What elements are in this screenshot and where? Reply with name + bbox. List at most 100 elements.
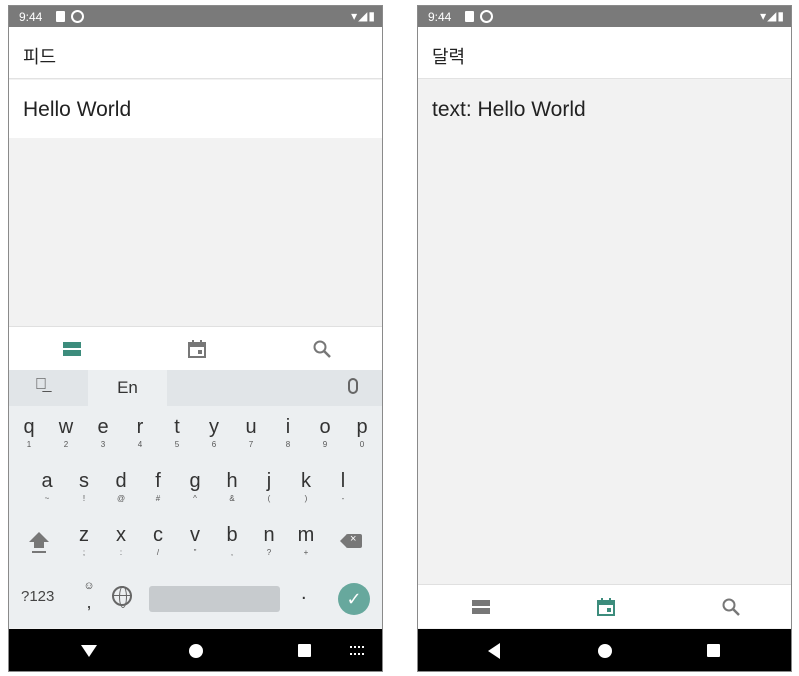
system-nav-bar xyxy=(9,629,382,671)
key-j[interactable]: j( xyxy=(251,468,287,512)
key-label: q xyxy=(23,416,35,438)
key-sub-label: ) xyxy=(304,494,308,503)
tab-search[interactable] xyxy=(259,327,382,371)
key-v[interactable]: v " xyxy=(177,522,213,566)
key-i[interactable]: i8 xyxy=(270,414,306,458)
key-q[interactable]: q1 xyxy=(11,414,47,458)
key-sub-label: ! xyxy=(82,494,86,503)
phone-calendar-screen: 9:44 ▾◢▮ 달력 text: Hello World xyxy=(417,5,792,672)
recent-apps-icon[interactable] xyxy=(298,644,311,657)
backspace-key[interactable]: × xyxy=(340,532,364,550)
keyboard-language[interactable]: En xyxy=(88,370,167,406)
key-sub-label: , xyxy=(230,548,234,557)
symbols-key[interactable]: ?123 xyxy=(21,588,54,605)
key-a[interactable]: a ~ xyxy=(29,468,65,512)
key-label: l xyxy=(340,470,346,492)
status-time: 9:44 xyxy=(428,10,452,24)
back-icon[interactable] xyxy=(488,643,500,659)
hide-keyboard-icon[interactable] xyxy=(81,645,97,657)
key-label: h xyxy=(226,470,238,492)
key-u[interactable]: u7 xyxy=(233,414,269,458)
key-sub-label: 0 xyxy=(359,440,365,449)
key-sub-label: 6 xyxy=(211,440,217,449)
key-label: f xyxy=(155,470,161,492)
key-k[interactable]: k) xyxy=(288,468,324,512)
key-label: i xyxy=(285,416,291,438)
key-label: m xyxy=(297,524,315,546)
enter-key[interactable]: ✓ xyxy=(338,583,370,615)
key-sub-label: 4 xyxy=(137,440,143,449)
key-r[interactable]: r4 xyxy=(122,414,158,458)
key-b[interactable]: b, xyxy=(214,522,250,566)
key-label: s xyxy=(79,470,89,492)
key-sub-label: # xyxy=(155,494,161,503)
key-sub-label: + xyxy=(303,548,309,557)
recent-apps-icon[interactable] xyxy=(707,644,720,657)
key-d[interactable]: d @ xyxy=(103,468,139,512)
comma-label: , xyxy=(86,592,92,612)
space-key[interactable] xyxy=(149,586,280,612)
key-n[interactable]: n? xyxy=(251,522,287,566)
globe-icon[interactable] xyxy=(112,586,132,608)
key-t[interactable]: t5 xyxy=(159,414,195,458)
status-bar: 9:44 ▾◢▮ xyxy=(9,6,382,27)
key-label: g xyxy=(189,470,201,492)
key-m[interactable]: m + xyxy=(288,522,324,566)
key-o[interactable]: o9 xyxy=(307,414,343,458)
app-bar-title: 피드 xyxy=(9,27,382,79)
key-label: y xyxy=(209,416,219,438)
key-sub-label: : xyxy=(119,548,123,557)
period-key[interactable]: . xyxy=(301,582,307,605)
key-x[interactable]: x: xyxy=(103,522,139,566)
key-e[interactable]: e3 xyxy=(85,414,121,458)
key-l[interactable]: l- xyxy=(325,468,361,512)
sd-card-icon xyxy=(56,11,65,22)
search-icon xyxy=(313,340,331,358)
key-h[interactable]: h & xyxy=(214,468,250,512)
tab-feed[interactable] xyxy=(418,585,543,629)
app-bar-title: 달력 xyxy=(418,27,791,79)
key-w[interactable]: w2 xyxy=(48,414,84,458)
key-c[interactable]: c / xyxy=(140,522,176,566)
keyboard-toolbar: ᅙ̲ En xyxy=(9,370,382,406)
calendar-content-text: text: Hello World xyxy=(432,98,586,121)
comma-key[interactable]: ☺, xyxy=(79,578,99,612)
key-label: e xyxy=(97,416,109,438)
tab-feed[interactable] xyxy=(9,327,134,371)
key-label: o xyxy=(319,416,331,438)
data-saver-icon xyxy=(71,10,84,23)
search-icon xyxy=(722,598,740,616)
microphone-icon[interactable] xyxy=(348,378,358,394)
keyboard-switch-icon[interactable] xyxy=(350,646,364,655)
status-time: 9:44 xyxy=(19,10,43,24)
key-sub-label: 9 xyxy=(322,440,328,449)
key-label: j xyxy=(266,470,272,492)
key-label: u xyxy=(245,416,257,438)
key-p[interactable]: p0 xyxy=(344,414,380,458)
key-f[interactable]: f # xyxy=(140,468,176,512)
key-sub-label: / xyxy=(156,548,160,557)
tab-calendar[interactable] xyxy=(134,327,259,371)
home-icon[interactable] xyxy=(598,644,612,658)
key-label: x xyxy=(116,524,126,546)
calendar-icon xyxy=(596,598,615,616)
keyboard-options-icon[interactable]: ᅙ̲ xyxy=(35,376,47,394)
home-icon[interactable] xyxy=(189,644,203,658)
tab-calendar[interactable] xyxy=(543,585,668,629)
list-icon xyxy=(62,342,81,356)
shift-key[interactable] xyxy=(26,530,52,556)
key-label: v xyxy=(190,524,200,546)
key-s[interactable]: s! xyxy=(66,468,102,512)
key-label: p xyxy=(356,416,368,438)
key-sub-label: & xyxy=(229,494,235,503)
key-label: b xyxy=(226,524,238,546)
key-g[interactable]: g ^ xyxy=(177,468,213,512)
key-label: k xyxy=(301,470,311,492)
key-z[interactable]: z; xyxy=(66,522,102,566)
bottom-tab-bar xyxy=(418,584,791,628)
tab-search[interactable] xyxy=(668,585,791,629)
key-y[interactable]: y6 xyxy=(196,414,232,458)
key-label: d xyxy=(115,470,127,492)
phone-feed-screen: 9:44 ▾◢▮ 피드 Hello World ᅙ̲ En q1w2e3r4t5… xyxy=(8,5,383,672)
bottom-tab-bar xyxy=(9,326,382,370)
